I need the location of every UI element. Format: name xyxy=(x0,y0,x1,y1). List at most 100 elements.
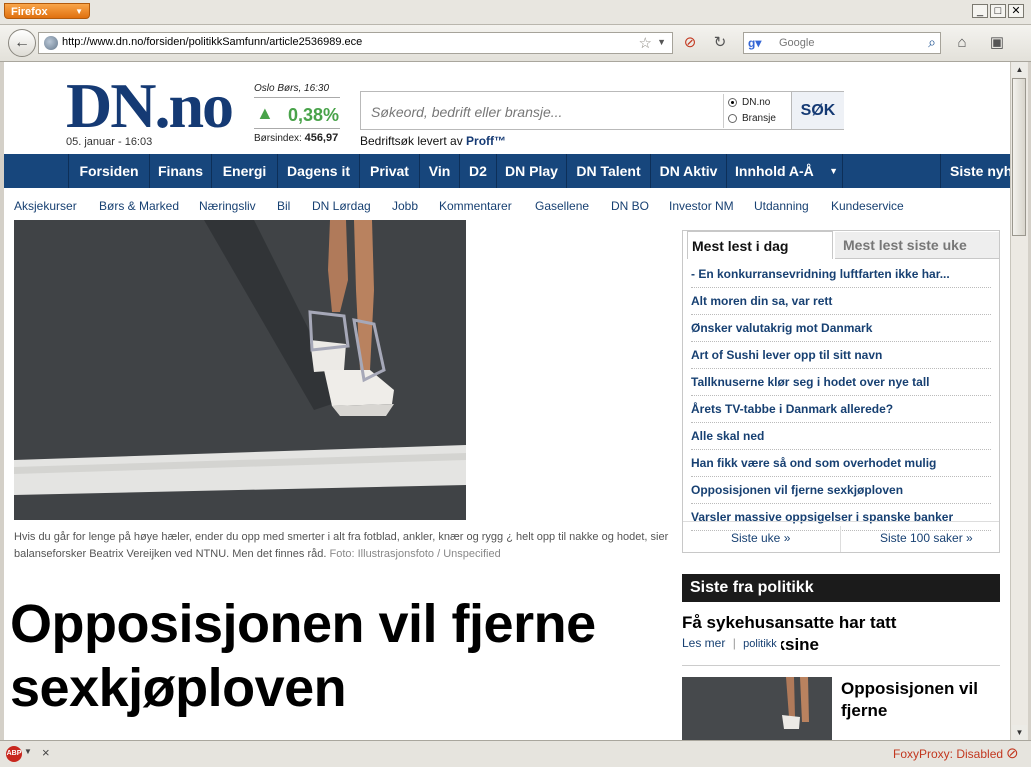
adblock-icon[interactable]: ABP xyxy=(6,746,22,762)
company-search: Søkeord, bedrift eller bransje... DN.no … xyxy=(360,91,844,130)
image-caption: Hvis du går for lenge på høye hæler, end… xyxy=(14,529,674,563)
sub-nav: Aksjekurser Børs & Marked Næringsliv Bil… xyxy=(4,188,1010,216)
search-icon[interactable]: ⌕ xyxy=(928,34,936,51)
web-search-field[interactable]: g▾ Google ⌕ xyxy=(743,32,941,54)
most-read-footer: Siste uke » Siste 100 saker » xyxy=(683,521,999,554)
nav-item-innhold[interactable]: Innhold A-Å ▼ xyxy=(727,154,843,188)
search-submit-button[interactable]: SØK xyxy=(791,92,844,129)
scroll-down-icon[interactable]: ▼ xyxy=(1012,725,1027,740)
maximize-button[interactable]: □ xyxy=(990,4,1006,18)
nav-item-finans[interactable]: Finans xyxy=(150,154,212,188)
subnav-kommentarer[interactable]: Kommentarer xyxy=(439,199,512,213)
scope-radio-bransje[interactable] xyxy=(728,114,737,123)
siste-item-2-title[interactable]: Opposisjonen vil fjerne xyxy=(841,678,1001,722)
article-hero-image xyxy=(14,220,466,520)
chevron-down-icon[interactable]: ▼ xyxy=(24,747,32,756)
ticker-change: 0,38% xyxy=(288,105,340,125)
nav-item-dagens-it[interactable]: Dagens it xyxy=(278,154,360,188)
nav-item-energi[interactable]: Energi xyxy=(212,154,278,188)
url-text: http://www.dn.no/forsiden/politikkSamfun… xyxy=(62,36,363,48)
high-heels-photo xyxy=(14,220,466,520)
subnav-aksjekurser[interactable]: Aksjekurser xyxy=(14,199,77,213)
chevron-down-icon: ▼ xyxy=(75,7,83,16)
ticker-index: Børsindex: 456,97 xyxy=(254,132,338,144)
scope-label-bransje: Bransje xyxy=(742,113,776,124)
siste-thumbnail[interactable] xyxy=(682,677,832,740)
navigation-toolbar: ← http://www.dn.no/forsiden/politikkSamf… xyxy=(0,25,1031,62)
list-item[interactable]: Alle skal ned xyxy=(691,423,991,450)
nav-item-dn-talent[interactable]: DN Talent xyxy=(567,154,651,188)
meta-separator: | xyxy=(732,636,736,650)
nav-item-vin[interactable]: Vin xyxy=(420,154,460,188)
nav-item-siste-nyheter[interactable]: Siste nyh xyxy=(940,154,1010,188)
ticker-divider xyxy=(254,128,340,129)
foxyproxy-status[interactable]: FoxyProxy: Disabled xyxy=(893,747,1003,761)
list-item[interactable]: Tallknuserne klør seg i hodet over nye t… xyxy=(691,369,991,396)
list-item[interactable]: Art of Sushi lever opp til sitt navn xyxy=(691,342,991,369)
siste-uke-link[interactable]: Siste uke » xyxy=(731,531,790,545)
subnav-jobb[interactable]: Jobb xyxy=(392,199,418,213)
provider-prefix: Bedriftsøk levert av xyxy=(360,134,463,148)
block-icon[interactable]: ⊘ xyxy=(681,34,699,52)
ticker-index-value: 456,97 xyxy=(304,132,339,144)
provider-link[interactable]: Proff™ xyxy=(466,134,506,148)
subnav-naeringsliv[interactable]: Næringsliv xyxy=(199,199,256,213)
subnav-bil[interactable]: Bil xyxy=(277,199,290,213)
list-item[interactable]: Årets TV-tabbe i Danmark allerede? xyxy=(691,396,991,423)
search-scope: DN.no Bransje xyxy=(723,94,790,128)
list-item[interactable]: Ønsker valutakrig mot Danmark xyxy=(691,315,991,342)
nav-item-dn-aktiv[interactable]: DN Aktiv xyxy=(651,154,727,188)
url-dropdown-icon[interactable]: ▼ xyxy=(657,37,666,47)
home-icon[interactable]: ⌂ xyxy=(953,34,971,52)
firefox-menu-button[interactable]: Firefox ▼ xyxy=(4,3,90,19)
siste-divider xyxy=(682,665,1000,666)
siste-fra-politikk-header: Siste fra politikk xyxy=(682,574,1000,602)
category-link[interactable]: politikk xyxy=(743,638,777,650)
tab-mest-lest-siste-uke[interactable]: Mest lest siste uke xyxy=(835,232,999,259)
block-icon[interactable]: ⊘ xyxy=(1006,744,1019,762)
main-nav: Forsiden Finans Energi Dagens it Privat … xyxy=(4,154,1010,188)
addons-menu-icon[interactable]: ▣ xyxy=(988,34,1006,52)
bookmark-star-icon[interactable]: ☆ xyxy=(639,34,652,52)
nav-item-privat[interactable]: Privat xyxy=(360,154,420,188)
list-item[interactable]: Alt moren din sa, var rett xyxy=(691,288,991,315)
scroll-up-icon[interactable]: ▲ xyxy=(1012,62,1027,77)
subnav-investor-nm[interactable]: Investor NM xyxy=(669,199,734,213)
chevron-down-icon: ▼ xyxy=(829,166,838,176)
url-bar[interactable]: http://www.dn.no/forsiden/politikkSamfun… xyxy=(38,32,673,54)
scope-radio-dnno[interactable] xyxy=(728,98,737,107)
close-icon[interactable]: × xyxy=(42,745,50,760)
close-window-button[interactable]: ✕ xyxy=(1008,4,1024,18)
list-item[interactable]: Han fikk være så ond som overhodet mulig xyxy=(691,450,991,477)
tab-mest-lest-i-dag[interactable]: Mest lest i dag xyxy=(687,231,833,259)
minimize-button[interactable]: _ xyxy=(972,4,988,18)
photo-credit: Foto: Illustrasjonsfoto / Unspecified xyxy=(329,548,501,560)
nav-item-d2[interactable]: D2 xyxy=(460,154,497,188)
subnav-utdanning[interactable]: Utdanning xyxy=(754,199,809,213)
subnav-kundeservice[interactable]: Kundeservice xyxy=(831,199,904,213)
google-icon: g▾ xyxy=(748,36,762,50)
scope-label-dnno: DN.no xyxy=(742,97,771,108)
subnav-gasellene[interactable]: Gasellene xyxy=(535,199,589,213)
les-mer-link[interactable]: Les mer xyxy=(682,636,725,650)
subnav-bors-marked[interactable]: Børs & Marked xyxy=(99,199,179,213)
site-date: 05. januar - 16:03 xyxy=(66,136,153,148)
nav-item-forsiden[interactable]: Forsiden xyxy=(68,154,150,188)
list-item[interactable]: Opposisjonen vil fjerne sexkjøploven xyxy=(691,477,991,504)
arrow-up-icon: ▲ xyxy=(256,103,274,123)
company-search-input[interactable]: Søkeord, bedrift eller bransje... xyxy=(371,104,562,120)
vertical-scrollbar[interactable]: ▲ ▼ xyxy=(1010,62,1028,740)
globe-icon xyxy=(44,36,58,50)
reload-icon[interactable]: ↻ xyxy=(711,34,729,52)
nav-item-dn-play[interactable]: DN Play xyxy=(497,154,567,188)
list-item[interactable]: - En konkurransevridning luftfarten ikke… xyxy=(691,261,991,288)
subnav-dn-lordag[interactable]: DN Lørdag xyxy=(312,199,371,213)
scrollbar-thumb[interactable] xyxy=(1012,78,1026,236)
siste-100-link[interactable]: Siste 100 saker » xyxy=(880,531,973,545)
back-button[interactable]: ← xyxy=(8,29,36,57)
site-logo[interactable]: DN.no xyxy=(66,74,234,138)
search-provider: Bedriftsøk levert av Proff™ xyxy=(360,134,506,148)
footer-divider xyxy=(840,526,841,552)
subnav-dn-bo[interactable]: DN BO xyxy=(611,199,649,213)
ticker-divider xyxy=(254,97,340,98)
